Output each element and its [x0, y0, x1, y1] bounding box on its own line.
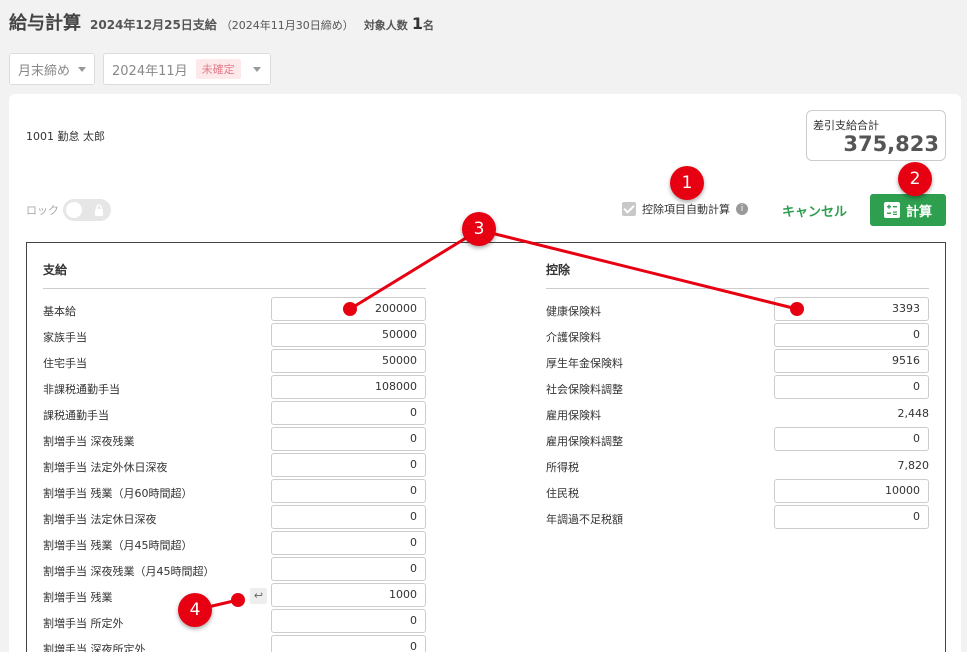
annotation-marker-3: 3 — [462, 212, 496, 246]
annotation-dot — [343, 302, 357, 316]
annotation-marker-2: 2 — [898, 162, 932, 196]
annotation-marker-4: 4 — [178, 593, 212, 627]
annotation-dot — [231, 593, 245, 607]
annotation-marker-1: 1 — [670, 166, 704, 200]
annotation-lines — [194, 228, 798, 612]
annotation-dot — [790, 302, 804, 316]
